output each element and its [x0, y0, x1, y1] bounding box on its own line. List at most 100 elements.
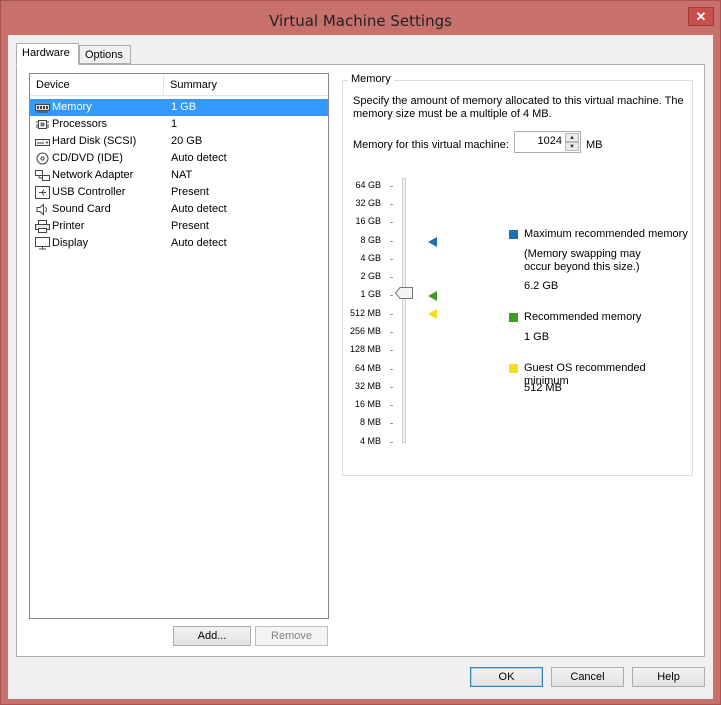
max-recommended-label: Maximum recommended memory: [524, 228, 688, 240]
scale-tick: [390, 314, 393, 315]
max-recommended-note: (Memory swapping may occur beyond this s…: [524, 248, 641, 273]
memory-spinbox[interactable]: 1024 ▲ ▼: [514, 131, 581, 153]
device-row-usb-controller[interactable]: USB Controller Present: [30, 184, 328, 201]
scale-label: 64 GB: [355, 180, 381, 190]
device-row-cd-dvd[interactable]: CD/DVD (IDE) Auto detect: [30, 150, 328, 167]
guest-minimum-value: 512 MB: [524, 382, 562, 394]
recommended-label: Recommended memory: [524, 311, 642, 323]
device-row-network-adapter[interactable]: Network Adapter NAT: [30, 167, 328, 184]
add-device-button[interactable]: Add...: [173, 626, 251, 646]
recommended-marker-icon: [427, 290, 439, 302]
scale-tick: [390, 332, 393, 333]
memory-field-label: Memory for this virtual machine:: [353, 139, 509, 151]
scale-label: 8 MB: [359, 417, 381, 427]
memory-value-input[interactable]: 1024: [538, 135, 562, 147]
device-rows: Memory 1 GB Processors 1 Hard Disk (SCSI…: [30, 99, 328, 252]
device-summary: 1 GB: [171, 101, 197, 113]
memory-group-title: Memory: [348, 73, 394, 85]
network-adapter-icon: [35, 169, 50, 182]
scale-tick: [390, 241, 393, 242]
close-icon: ✕: [695, 9, 707, 24]
scale-tick: [390, 442, 393, 443]
title-bar[interactable]: Virtual Machine Settings ✕: [1, 1, 720, 35]
memory-slider-track[interactable]: [402, 178, 406, 443]
tab-hardware[interactable]: Hardware: [16, 43, 79, 65]
device-row-hard-disk[interactable]: Hard Disk (SCSI) 20 GB: [30, 133, 328, 150]
device-name: Processors: [52, 118, 108, 130]
scale-label: 4 MB: [359, 436, 381, 446]
scale-tick: [390, 259, 393, 260]
device-row-printer[interactable]: Printer Present: [30, 218, 328, 235]
cancel-button[interactable]: Cancel: [551, 667, 624, 687]
scale-tick: [390, 186, 393, 187]
usb-controller-icon: [35, 186, 50, 199]
settings-dialog: Virtual Machine Settings ✕ Hardware Opti…: [0, 0, 721, 705]
device-row-sound-card[interactable]: Sound Card Auto detect: [30, 201, 328, 218]
help-button[interactable]: Help: [632, 667, 705, 687]
memory-description: Specify the amount of memory allocated t…: [353, 95, 684, 120]
memory-unit: MB: [586, 139, 603, 151]
scale-tick: [390, 222, 393, 223]
device-name: Printer: [52, 220, 85, 232]
scale-label: 256 MB: [349, 326, 381, 336]
scale-label: 16 MB: [354, 399, 381, 409]
device-list[interactable]: Device Summary Memory 1 GB Processors 1: [29, 73, 329, 619]
scale-label: 128 MB: [349, 344, 381, 354]
remove-device-button[interactable]: Remove: [255, 626, 328, 646]
scale-label: 8 GB: [360, 235, 381, 245]
scale-tick: [390, 277, 393, 278]
device-summary: Present: [171, 220, 209, 232]
device-row-processors[interactable]: Processors 1: [30, 116, 328, 133]
device-summary: Auto detect: [171, 203, 227, 215]
device-list-header: Device Summary: [30, 74, 328, 96]
ok-button[interactable]: OK: [470, 667, 543, 687]
scale-label: 2 GB: [360, 271, 381, 281]
device-row-memory[interactable]: Memory 1 GB: [30, 99, 328, 116]
hard-disk-icon: [35, 135, 50, 148]
scale-label: 32 MB: [354, 381, 381, 391]
tab-options[interactable]: Options: [79, 45, 131, 64]
memory-icon: [35, 101, 50, 114]
guest-minimum-marker-icon: [427, 308, 439, 320]
scale-tick: [390, 350, 393, 351]
scale-tick: [390, 295, 393, 296]
device-summary: 20 GB: [171, 135, 203, 147]
device-name: Memory: [52, 101, 92, 113]
device-summary: Present: [171, 186, 209, 198]
column-header-summary[interactable]: Summary: [164, 74, 328, 96]
recommended-swatch: [509, 313, 518, 322]
scale-label: 4 GB: [360, 253, 381, 263]
column-header-device[interactable]: Device: [30, 74, 164, 96]
max-recommended-marker-icon: [427, 236, 439, 248]
spin-down-button[interactable]: ▼: [565, 142, 579, 151]
printer-icon: [35, 220, 50, 233]
arrow-up-icon: ▲: [569, 135, 575, 141]
scale-tick: [390, 405, 393, 406]
device-summary: Auto detect: [171, 152, 227, 164]
scale-label: 32 GB: [355, 198, 381, 208]
cd-dvd-icon: [35, 152, 50, 165]
scale-label: 512 MB: [349, 308, 381, 318]
device-name: Network Adapter: [52, 169, 134, 181]
device-name: CD/DVD (IDE): [52, 152, 123, 164]
device-name: Sound Card: [52, 203, 111, 215]
device-name: USB Controller: [52, 186, 126, 198]
sound-card-icon: [35, 203, 50, 216]
memory-group: Memory Specify the amount of memory allo…: [342, 73, 693, 476]
device-name: Display: [52, 237, 89, 249]
max-recommended-swatch: [509, 230, 518, 239]
scale-tick: [390, 387, 393, 388]
memory-slider-thumb[interactable]: [394, 287, 413, 299]
recommended-value: 1 GB: [524, 331, 550, 343]
scale-tick: [390, 369, 393, 370]
guest-minimum-swatch: [509, 364, 518, 373]
device-summary: NAT: [171, 169, 193, 181]
device-row-display[interactable]: Display Auto detect: [30, 235, 328, 252]
scale-tick: [390, 423, 393, 424]
window-title: Virtual Machine Settings: [269, 12, 452, 30]
device-summary: Auto detect: [171, 237, 227, 249]
max-recommended-value: 6.2 GB: [524, 280, 559, 292]
processor-icon: [35, 118, 50, 131]
close-button[interactable]: ✕: [688, 7, 714, 26]
spin-up-button[interactable]: ▲: [565, 133, 579, 142]
